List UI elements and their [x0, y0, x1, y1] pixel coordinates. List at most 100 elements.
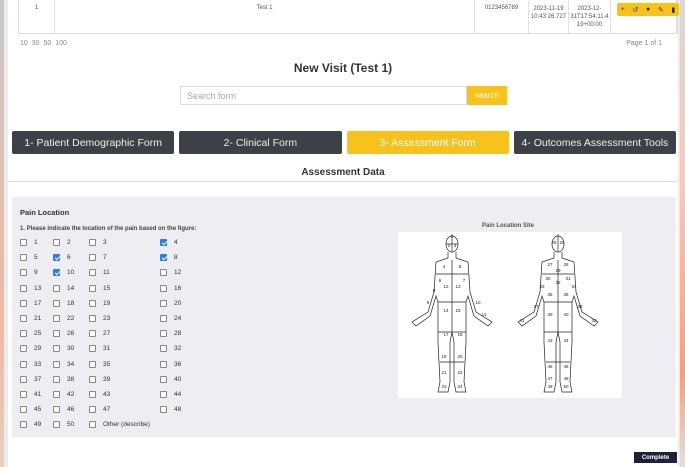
pain-location-option[interactable]: 20 — [160, 299, 181, 307]
checkbox[interactable] — [53, 269, 60, 277]
checkbox[interactable] — [89, 239, 96, 246]
complete-button[interactable]: Complete — [634, 452, 677, 463]
pain-location-option[interactable]: 23 — [89, 314, 110, 322]
pain-location-option[interactable]: 35 — [89, 360, 110, 368]
pain-location-option[interactable]: 38 — [53, 375, 74, 383]
checkbox[interactable] — [20, 269, 27, 277]
pain-location-option[interactable]: 42 — [53, 390, 74, 398]
checkbox[interactable] — [89, 345, 96, 353]
pain-location-option[interactable]: 45 — [20, 406, 41, 414]
pain-location-option[interactable]: 44 — [160, 390, 181, 398]
checkbox[interactable] — [53, 375, 60, 383]
pain-location-option[interactable]: 47 — [89, 406, 110, 414]
checkbox[interactable] — [53, 299, 60, 307]
pain-location-option[interactable]: 1 — [20, 239, 38, 246]
checkbox[interactable] — [20, 375, 27, 383]
pain-location-option[interactable]: 32 — [160, 345, 181, 353]
pain-location-option[interactable]: 33 — [20, 360, 41, 368]
checkbox[interactable] — [20, 345, 27, 353]
search-button[interactable]: search — [467, 86, 507, 105]
pain-location-option[interactable]: 3 — [89, 239, 107, 246]
pain-location-option[interactable]: 5 — [20, 254, 38, 262]
edit-icon[interactable]: ✎ — [658, 6, 664, 14]
pain-location-option[interactable]: 7 — [89, 254, 107, 262]
checkbox[interactable] — [20, 360, 27, 368]
pain-location-option[interactable]: 21 — [20, 314, 41, 322]
pain-location-option[interactable]: 49 — [20, 421, 41, 429]
checkbox[interactable] — [53, 254, 60, 262]
page-size-options[interactable]: 10 30 50 100 — [20, 40, 67, 47]
pain-location-option[interactable]: 30 — [53, 345, 74, 353]
checkbox[interactable] — [89, 269, 96, 277]
pain-location-option[interactable]: 16 — [160, 284, 181, 292]
pain-location-option[interactable]: 19 — [89, 299, 110, 307]
tab-outcomes-assessment[interactable]: 4- Outcomes Assessment Tools — [513, 131, 676, 154]
pain-location-option[interactable]: 25 — [20, 330, 41, 338]
checkbox[interactable] — [20, 406, 27, 414]
checkbox[interactable] — [53, 330, 60, 338]
search-input[interactable] — [180, 86, 467, 105]
pain-location-option[interactable]: 26 — [53, 330, 74, 338]
checkbox[interactable] — [89, 360, 96, 368]
pain-location-option[interactable]: 46 — [53, 406, 74, 414]
checkbox[interactable] — [160, 299, 167, 307]
checkbox[interactable] — [20, 314, 27, 322]
history-icon[interactable]: ↺ — [633, 6, 639, 14]
pain-location-option[interactable]: 39 — [89, 375, 110, 383]
checkbox[interactable] — [20, 330, 27, 338]
checkbox[interactable] — [89, 299, 96, 307]
checkbox[interactable] — [89, 254, 96, 262]
pain-location-option[interactable]: 31 — [89, 345, 110, 353]
pain-location-option[interactable]: Other (describe) — [89, 421, 150, 429]
pain-location-option[interactable]: 50 — [53, 421, 74, 429]
checkbox[interactable] — [160, 284, 167, 292]
checkbox[interactable] — [53, 345, 60, 353]
checkbox[interactable] — [160, 314, 167, 322]
checkbox[interactable] — [53, 390, 60, 398]
checkbox[interactable] — [53, 421, 60, 429]
pain-location-option[interactable]: 4 — [160, 239, 178, 246]
pain-location-option[interactable]: 41 — [20, 390, 41, 398]
checkbox[interactable] — [20, 390, 27, 398]
pain-location-option[interactable]: 48 — [160, 406, 181, 414]
pain-location-option[interactable]: 2 — [53, 239, 71, 246]
checkbox[interactable] — [160, 239, 167, 246]
pain-location-option[interactable]: 13 — [20, 284, 41, 292]
checkbox[interactable] — [160, 269, 167, 277]
pain-location-option[interactable]: 9 — [20, 269, 38, 277]
checkbox[interactable] — [160, 406, 167, 414]
checkbox[interactable] — [53, 314, 60, 322]
pain-location-option[interactable]: 27 — [89, 330, 110, 338]
pain-location-option[interactable]: 18 — [53, 299, 74, 307]
checkbox[interactable] — [89, 314, 96, 322]
checkbox[interactable] — [160, 390, 167, 398]
tab-clinical[interactable]: 2- Clinical Form — [179, 131, 342, 154]
checkbox[interactable] — [89, 421, 96, 429]
checkbox[interactable] — [160, 330, 167, 338]
tab-assessment[interactable]: 3- Assessment Form — [346, 131, 509, 154]
pain-location-option[interactable]: 22 — [53, 314, 74, 322]
pain-location-option[interactable]: 10 — [53, 269, 74, 277]
pain-location-option[interactable]: 28 — [160, 330, 181, 338]
checkbox[interactable] — [20, 421, 27, 429]
pain-location-option[interactable]: 37 — [20, 375, 41, 383]
pain-location-option[interactable]: 17 — [20, 299, 41, 307]
add-icon[interactable]: + — [621, 6, 625, 13]
pain-location-option[interactable]: 11 — [89, 269, 110, 277]
pain-location-option[interactable]: 29 — [20, 345, 41, 353]
pain-location-option[interactable]: 14 — [53, 284, 74, 292]
pain-location-option[interactable]: 40 — [160, 375, 181, 383]
checkbox[interactable] — [89, 390, 96, 398]
checkbox[interactable] — [53, 239, 60, 246]
checkbox[interactable] — [20, 254, 27, 262]
checkbox[interactable] — [53, 284, 60, 292]
checkbox[interactable] — [160, 375, 167, 383]
checkbox[interactable] — [160, 345, 167, 353]
checkbox[interactable] — [89, 375, 96, 383]
pain-location-option[interactable]: 24 — [160, 314, 181, 322]
pain-location-option[interactable]: 36 — [160, 360, 181, 368]
checkbox[interactable] — [20, 239, 27, 246]
checkbox[interactable] — [160, 254, 167, 262]
checkbox[interactable] — [20, 299, 27, 307]
pain-location-option[interactable]: 12 — [160, 269, 181, 277]
